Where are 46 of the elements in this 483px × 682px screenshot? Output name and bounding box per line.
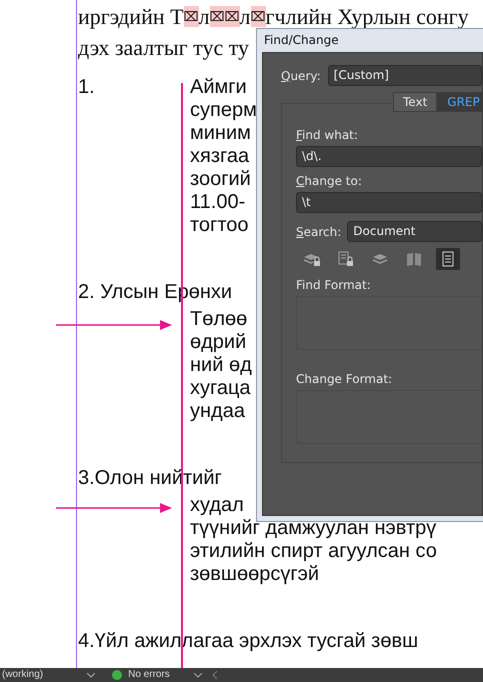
tab-arrow-icon [56, 320, 172, 330]
format-label: Change Format: [296, 372, 394, 386]
document-text-line: хязгаа [190, 145, 250, 168]
layers-icon [372, 254, 388, 264]
format-label: Find Format: [296, 278, 372, 292]
document-text-line: өдрий [190, 331, 246, 354]
document-lock-icon [338, 252, 353, 266]
input-field[interactable]: \t [296, 192, 482, 213]
query-dropdown[interactable]: [Custom] [328, 65, 482, 86]
dialog-title: Find/Change [264, 32, 339, 46]
chevron-down-icon[interactable] [87, 672, 96, 678]
document-text-line: Аймги [190, 76, 247, 99]
status-label: No errors [128, 668, 170, 682]
toolbar-button[interactable] [436, 248, 460, 270]
document-text-line: 11.00- [190, 191, 246, 214]
tab[interactable]: GREP [437, 92, 483, 112]
field-label: Find what: [296, 128, 359, 142]
document-text-line: ундаа [190, 400, 245, 423]
input-field[interactable]: \d\. [296, 146, 482, 167]
document-text-line: түүнийг дамжуулан нэвтрү [190, 517, 436, 540]
layers-lock-icon [304, 254, 320, 266]
document-text-line: худал [190, 494, 244, 517]
profile-label: (working) [2, 668, 44, 682]
list-number: 1. [78, 76, 96, 99]
document-text-line: зоогий [190, 168, 251, 191]
document-text-line: миним [190, 122, 251, 145]
document-text-line: тогтоо [190, 214, 249, 237]
document-text-line: иргэдийн Т⌧л⌧⌧л⌧гчлийн Хурлын сонгу [78, 6, 469, 27]
field-label: Change to: [296, 174, 363, 188]
document-text-line: зөвшөөрсүгэй [190, 563, 320, 586]
open-book-icon [407, 253, 421, 266]
document-text-line: Төлөө [190, 308, 248, 331]
tab-arrow-icon [56, 503, 172, 513]
document-text-line: этилийн спирт агуулсан со [190, 540, 437, 563]
tab[interactable]: Text [393, 92, 438, 112]
document-text-line: хугаца [190, 377, 251, 400]
chevron-left-icon[interactable] [212, 671, 217, 679]
query-label: Query: [281, 68, 321, 82]
search-dropdown[interactable]: Document [347, 221, 482, 242]
document-text-line: суперм [190, 99, 257, 122]
chevron-down-icon[interactable] [194, 672, 202, 678]
document-icon [442, 252, 454, 266]
search-label: Search: [296, 224, 342, 238]
document-text-line: ний өд [190, 354, 252, 377]
document-text-line: дэх заалтыг тус ту [78, 37, 250, 58]
status-dot [112, 670, 122, 680]
